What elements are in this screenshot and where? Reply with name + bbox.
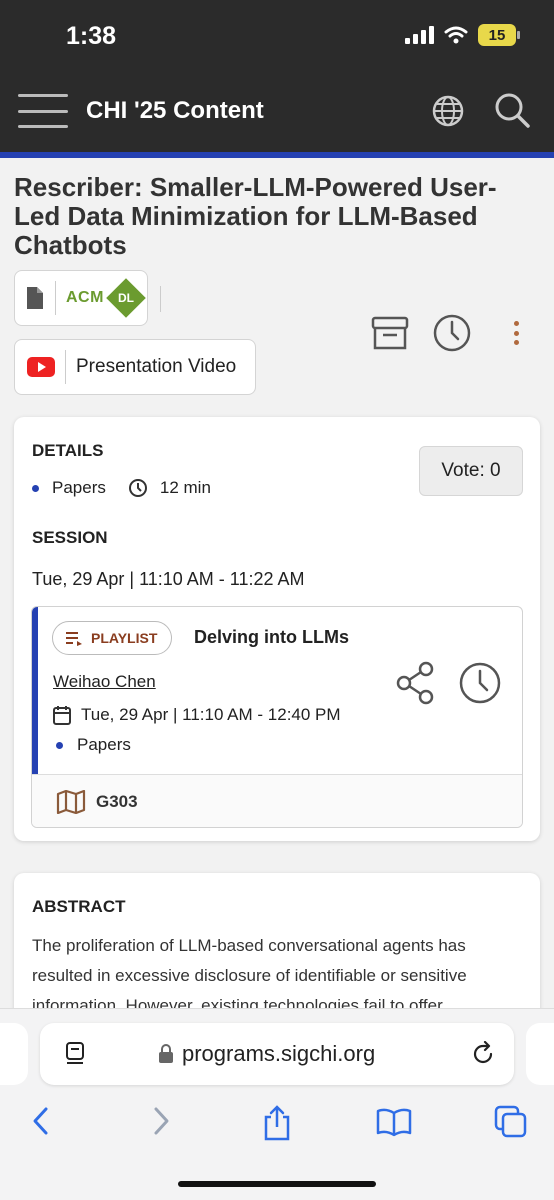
- next-tab-preview[interactable]: [526, 1023, 554, 1085]
- details-heading: DETAILS: [32, 441, 104, 460]
- playlist-icon: [66, 632, 82, 646]
- cellular-signal-icon: [405, 26, 434, 44]
- duration-clock-icon: [128, 479, 147, 497]
- acm-dl-button[interactable]: ACM DL: [14, 270, 148, 326]
- wifi-icon: [444, 26, 468, 44]
- address-bar[interactable]: programs.sigchi.org: [40, 1023, 514, 1085]
- room-label: G303: [96, 791, 138, 811]
- home-indicator: [178, 1181, 376, 1187]
- document-icon: [27, 287, 43, 309]
- vote-button[interactable]: Vote: 0: [419, 446, 523, 496]
- page-content: Rescriber: Smaller-LLM-Powered User-Led …: [0, 158, 554, 1008]
- paper-title: Rescriber: Smaller-LLM-Powered User-Led …: [14, 172, 497, 260]
- session-heading: SESSION: [32, 528, 108, 547]
- room-row[interactable]: G303: [32, 774, 522, 827]
- tabs-icon[interactable]: [494, 1105, 528, 1139]
- abstract-heading: ABSTRACT: [32, 897, 126, 916]
- status-icons: 15: [405, 24, 520, 46]
- share-icon[interactable]: [396, 661, 436, 705]
- youtube-icon: [27, 357, 55, 377]
- session-time: Tue, 29 Apr | 11:10 AM - 11:22 AM: [32, 569, 305, 589]
- playlist-card[interactable]: PLAYLIST Delving into LLMs Weihao Chen T…: [31, 606, 523, 828]
- video-label: Presentation Video: [76, 356, 237, 377]
- details-duration: 12 min: [159, 478, 211, 497]
- app-title: CHI '25 Content: [86, 97, 264, 124]
- status-time: 1:38: [66, 22, 117, 50]
- previous-tab-preview[interactable]: [0, 1023, 28, 1085]
- playlist-type: Papers: [77, 735, 131, 754]
- url-text: programs.sigchi.org: [182, 1041, 376, 1066]
- status-bar: 1:38 15: [0, 0, 554, 70]
- playlist-accent-bar: [32, 607, 38, 774]
- calendar-icon: [53, 706, 71, 725]
- acm-label: ACM: [66, 289, 104, 306]
- divider: [160, 286, 161, 312]
- playlist-date-row: Tue, 29 Apr | 11:10 AM - 12:40 PM: [53, 705, 341, 725]
- abstract-text: The proliferation of LLM-based conversat…: [32, 936, 467, 1008]
- playlist-date: Tue, 29 Apr | 11:10 AM - 12:40 PM: [81, 705, 341, 724]
- type-dot: [32, 484, 39, 492]
- menu-icon[interactable]: [18, 94, 68, 128]
- globe-icon[interactable]: [431, 94, 465, 128]
- playlist-type-row: Papers: [56, 735, 131, 755]
- forward-icon[interactable]: [150, 1105, 172, 1137]
- battery-icon: 15: [478, 24, 520, 46]
- schedule-clock-icon[interactable]: [432, 313, 472, 353]
- playlist-title[interactable]: Delving into LLMs: [194, 627, 349, 648]
- playlist-badge: PLAYLIST: [52, 621, 173, 655]
- playlist-schedule-icon[interactable]: [458, 661, 502, 705]
- details-type: Papers: [52, 478, 106, 497]
- type-dot: [56, 741, 63, 749]
- abstract-card: ABSTRACT The proliferation of LLM-based …: [14, 873, 540, 1008]
- share-sheet-icon[interactable]: [262, 1105, 292, 1141]
- search-icon[interactable]: [492, 90, 532, 130]
- lock-icon: [159, 1044, 173, 1063]
- reload-icon[interactable]: [470, 1041, 496, 1067]
- dl-logo: DL: [106, 278, 146, 318]
- author-link[interactable]: Weihao Chen: [53, 672, 156, 692]
- dl-label: DL: [117, 291, 134, 305]
- more-options-icon[interactable]: [512, 321, 520, 345]
- presentation-video-button[interactable]: Presentation Video: [14, 339, 256, 395]
- details-meta: Papers 12 min: [32, 478, 211, 498]
- playlist-badge-label: PLAYLIST: [91, 630, 158, 646]
- bookmarks-icon[interactable]: [376, 1107, 412, 1137]
- back-icon[interactable]: [30, 1105, 52, 1137]
- reader-mode-icon[interactable]: [64, 1041, 88, 1067]
- browser-toolbar: programs.sigchi.org: [0, 1008, 554, 1200]
- archive-icon[interactable]: [370, 313, 410, 353]
- map-icon: [56, 789, 86, 814]
- battery-level: 15: [488, 26, 506, 44]
- app-header: CHI '25 Content: [0, 70, 554, 158]
